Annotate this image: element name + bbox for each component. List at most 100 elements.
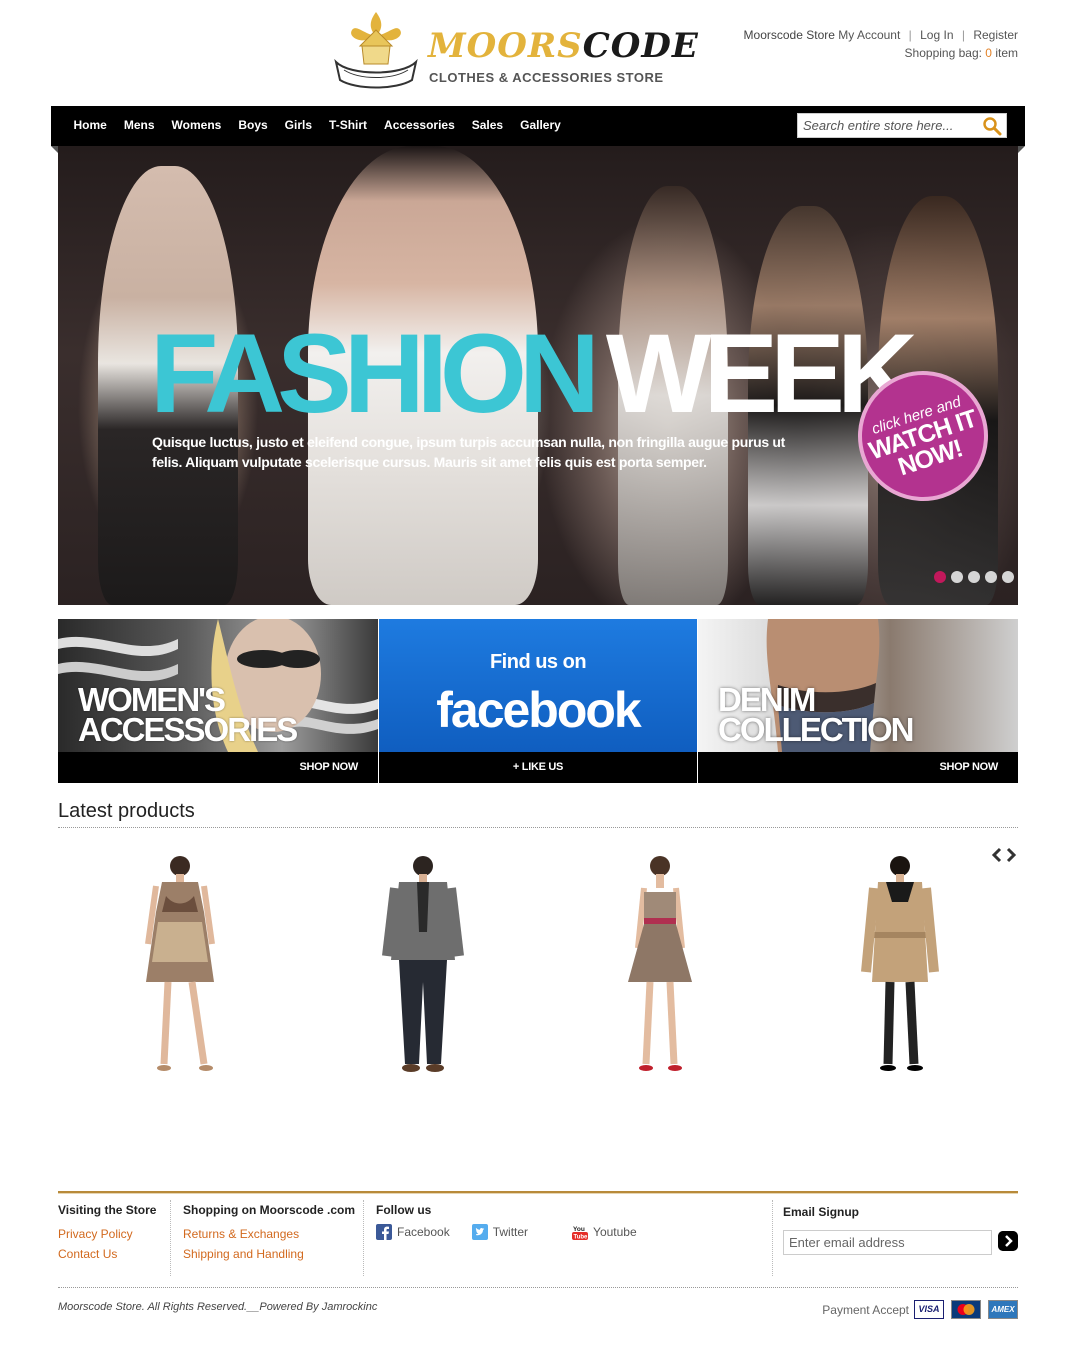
slider-dot-4[interactable] bbox=[985, 571, 997, 583]
slider-dot-5[interactable] bbox=[1002, 571, 1014, 583]
mastercard-circles-icon bbox=[957, 1304, 975, 1315]
facebook-wordmark: facebook bbox=[436, 682, 642, 738]
footer-bottom-divider bbox=[58, 1287, 1018, 1288]
footer-col-email: Email Signup bbox=[783, 1205, 859, 1226]
nav-item-womens[interactable]: Womens bbox=[163, 106, 230, 146]
section-divider bbox=[58, 827, 1018, 828]
twitter-link[interactable]: Twitter bbox=[471, 1224, 529, 1240]
privacy-policy-link[interactable]: Privacy Policy bbox=[58, 1224, 156, 1244]
login-link[interactable]: Log In bbox=[920, 28, 953, 42]
banner-womens-accessories[interactable]: WOMEN'S ACCESSORIES SHOP NOW bbox=[58, 619, 378, 783]
product-card[interactable] bbox=[820, 852, 980, 1082]
hero-description: Quisque luctus, justo et eleifend congue… bbox=[152, 434, 786, 470]
footer-col-visiting: Visiting the Store Privacy Policy Contac… bbox=[58, 1203, 156, 1264]
shop-now-button[interactable]: SHOP NOW bbox=[58, 752, 378, 783]
latest-products-title: Latest products bbox=[58, 800, 195, 822]
hero-slider[interactable]: FASHION WEEK Quisque luctus, justo et ele… bbox=[58, 146, 1018, 605]
slider-pagination bbox=[929, 571, 1014, 583]
footer-divider bbox=[58, 1191, 1018, 1194]
product-card[interactable] bbox=[580, 852, 740, 1082]
footer-col-separator bbox=[772, 1200, 773, 1276]
product-card[interactable] bbox=[343, 852, 503, 1082]
slider-dot-3[interactable] bbox=[968, 571, 980, 583]
logo-wordmark-part2: CODE bbox=[582, 26, 699, 66]
payment-label: Payment Accept bbox=[822, 1302, 909, 1317]
payment-methods: Payment Accept VISA AMEX bbox=[822, 1300, 1018, 1319]
arrow-right-icon[interactable] bbox=[998, 1231, 1018, 1251]
svg-text:Tube: Tube bbox=[574, 1235, 589, 1241]
youtube-label: Youtube bbox=[593, 1225, 637, 1239]
slider-dot-2[interactable] bbox=[951, 571, 963, 583]
banner-facebook[interactable]: Find us on facebook + LIKE US bbox=[379, 619, 697, 783]
shipping-handling-link[interactable]: Shipping and Handling bbox=[183, 1244, 355, 1264]
chevron-left-icon[interactable] bbox=[990, 845, 1003, 865]
hero-title: FASHION WEEK bbox=[150, 311, 918, 436]
slider-dot-1[interactable] bbox=[934, 571, 946, 583]
youtube-icon: You Tube bbox=[572, 1226, 589, 1241]
search-icon[interactable] bbox=[982, 116, 1002, 136]
hero-title-part1: FASHION bbox=[150, 311, 600, 436]
like-us-button[interactable]: + LIKE US bbox=[379, 752, 697, 783]
nav-item-accessories[interactable]: Accessories bbox=[376, 106, 464, 146]
banner-heading: DENIM COLLECTION bbox=[718, 681, 914, 748]
facebook-label: Facebook bbox=[397, 1225, 450, 1239]
nav-item-girls[interactable]: Girls bbox=[276, 106, 320, 146]
footer-heading: Visiting the Store bbox=[58, 1203, 157, 1217]
shop-now-button[interactable]: SHOP NOW bbox=[698, 752, 1018, 783]
email-signup-field bbox=[783, 1230, 992, 1255]
footer-heading: Email Signup bbox=[783, 1205, 860, 1219]
store-logo[interactable]: MOORSCODE CLOTHES & ACCESSORIES STORE bbox=[330, 6, 698, 94]
trench-coat-product bbox=[861, 856, 939, 1071]
separator: | bbox=[961, 28, 965, 42]
shopping-bag-count: 0 bbox=[985, 46, 992, 60]
nav-fold-left bbox=[51, 146, 58, 153]
store-name: Moorscode Store bbox=[743, 28, 835, 42]
amex-card-icon: AMEX bbox=[988, 1300, 1018, 1319]
nav-item-mens[interactable]: Mens bbox=[115, 106, 163, 146]
footer-col-separator bbox=[170, 1200, 171, 1276]
strapless-dress-product bbox=[628, 856, 692, 1071]
logo-wordmark: MOORSCODE bbox=[428, 26, 699, 66]
facebook-icon bbox=[376, 1224, 392, 1240]
logo-tagline: CLOTHES & ACCESSORIES STORE bbox=[429, 70, 664, 85]
footer-col-separator bbox=[363, 1200, 364, 1276]
nav-item-tshirt[interactable]: T-Shirt bbox=[321, 106, 376, 146]
footer-col-shopping: Shopping on Moorscode .com Returns & Exc… bbox=[183, 1203, 355, 1264]
svg-text:You: You bbox=[573, 1226, 585, 1233]
product-card[interactable] bbox=[100, 852, 260, 1082]
nav-item-gallery[interactable]: Gallery bbox=[512, 106, 570, 146]
chevron-right-icon[interactable] bbox=[1005, 845, 1018, 865]
register-link[interactable]: Register bbox=[973, 28, 1018, 42]
fleur-de-lis-emblem-icon bbox=[334, 12, 418, 89]
my-account-link[interactable]: My Account bbox=[838, 28, 900, 42]
floral-dress-product bbox=[145, 856, 215, 1071]
copyright-text: Moorscode Store. All Rights Reserved.__P… bbox=[58, 1301, 378, 1313]
find-us-on-label: Find us on bbox=[489, 651, 587, 673]
shopping-bag[interactable]: Shopping bag: 0 item bbox=[744, 44, 1018, 62]
store-search bbox=[797, 113, 1007, 138]
banner-denim-collection[interactable]: DENIM COLLECTION SHOP NOW bbox=[698, 619, 1018, 783]
shopping-bag-label: Shopping bag: bbox=[904, 46, 982, 60]
facebook-link[interactable]: Facebook bbox=[376, 1224, 450, 1240]
nav-fold-right bbox=[1018, 146, 1025, 153]
logo-wordmark-part1: MOORS bbox=[428, 26, 583, 66]
search-input[interactable] bbox=[798, 114, 978, 137]
shopping-bag-unit: item bbox=[995, 46, 1018, 60]
nav-item-sales[interactable]: Sales bbox=[463, 106, 511, 146]
returns-exchanges-link[interactable]: Returns & Exchanges bbox=[183, 1224, 355, 1244]
twitter-icon bbox=[471, 1224, 488, 1240]
nav-item-home[interactable]: Home bbox=[65, 106, 115, 146]
contact-us-link[interactable]: Contact Us bbox=[58, 1244, 156, 1264]
twitter-label: Twitter bbox=[492, 1225, 529, 1239]
mens-blazer-product bbox=[382, 856, 464, 1072]
youtube-link[interactable]: You Tube Youtube bbox=[572, 1224, 637, 1240]
footer-col-follow: Follow us Facebook Twitter You Tube Youtu… bbox=[376, 1203, 659, 1240]
nav-item-boys[interactable]: Boys bbox=[230, 106, 276, 146]
main-navigation: Home Mens Womens Boys Girls T-Shirt Acce… bbox=[51, 106, 1025, 146]
banner-heading: WOMEN'S ACCESSORIES bbox=[78, 681, 298, 748]
footer-heading: Shopping on Moorscode .com bbox=[183, 1203, 355, 1217]
footer-heading: Follow us bbox=[376, 1203, 432, 1217]
carousel-controls bbox=[990, 845, 1018, 865]
email-input[interactable] bbox=[784, 1231, 991, 1254]
account-links: Moorscode Store My Account | Log In | Re… bbox=[744, 26, 1018, 62]
